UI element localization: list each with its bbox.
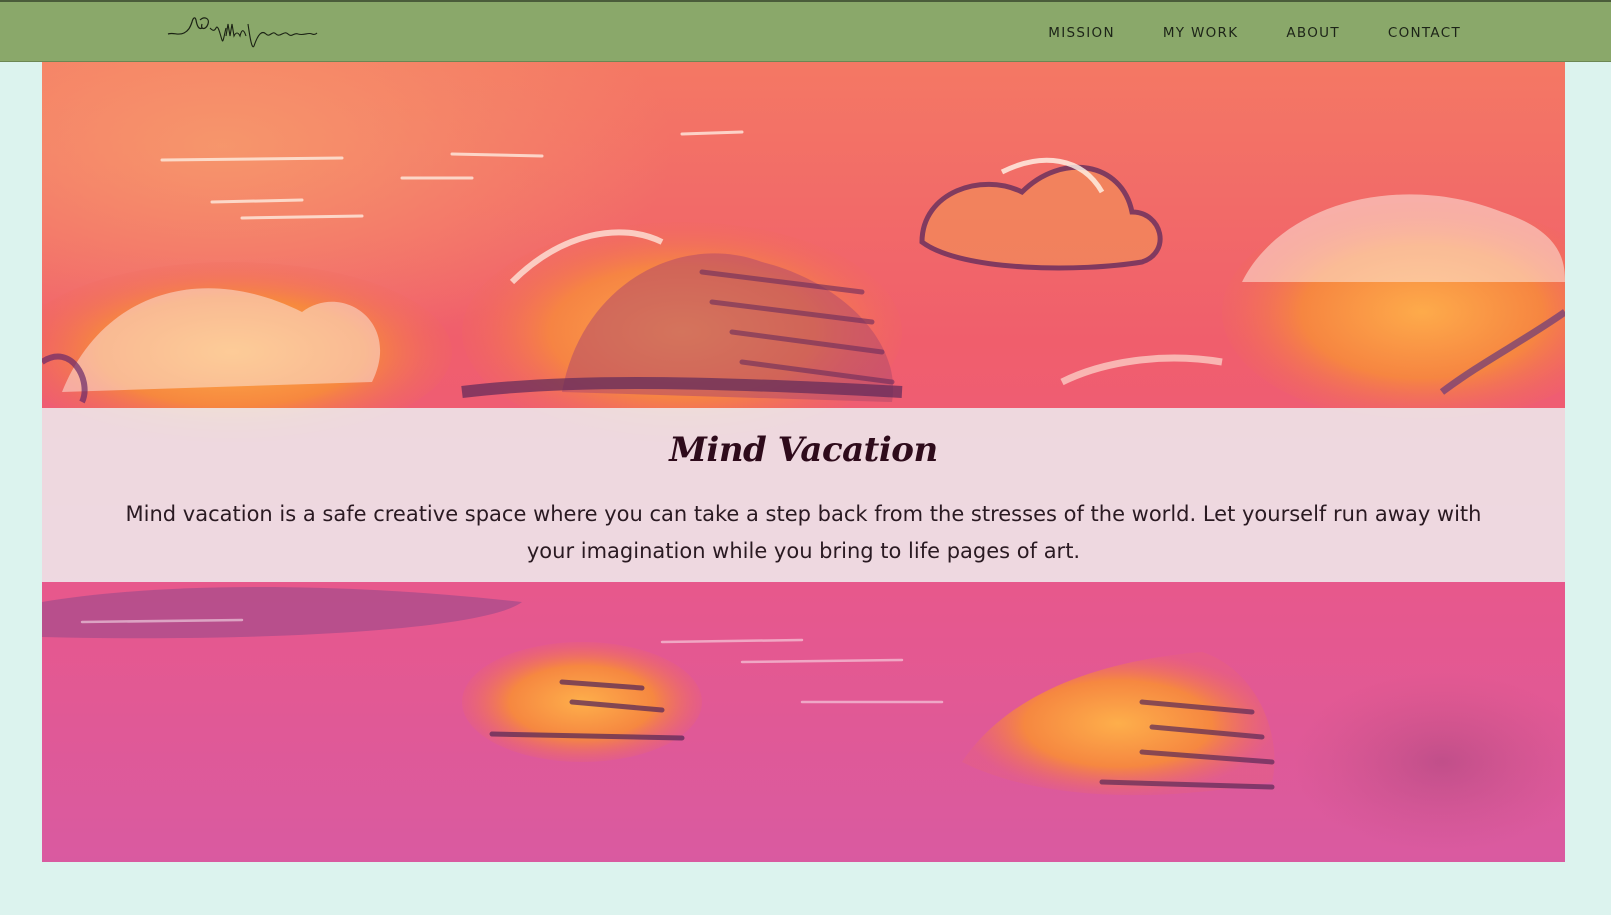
intro-banner: Mind Vacation Mind vacation is a safe cr…: [42, 408, 1565, 582]
intro-description: Mind vacation is a safe creative space w…: [125, 502, 1482, 563]
nav-link-contact[interactable]: CONTACT: [1388, 25, 1461, 41]
nav-link-about[interactable]: ABOUT: [1286, 25, 1340, 41]
top-navbar: MISSION MY WORK ABOUT CONTACT: [0, 0, 1611, 62]
hero-section: Mind Vacation Mind vacation is a safe cr…: [42, 62, 1565, 862]
signature-logo[interactable]: [166, 10, 318, 56]
nav-link-my-work[interactable]: MY WORK: [1163, 25, 1239, 41]
nav-link-mission[interactable]: MISSION: [1048, 25, 1115, 41]
page-title: Mind Vacation: [669, 430, 938, 470]
signature-logo-icon: [167, 17, 318, 48]
main-nav: MISSION MY WORK ABOUT CONTACT: [1048, 2, 1461, 64]
